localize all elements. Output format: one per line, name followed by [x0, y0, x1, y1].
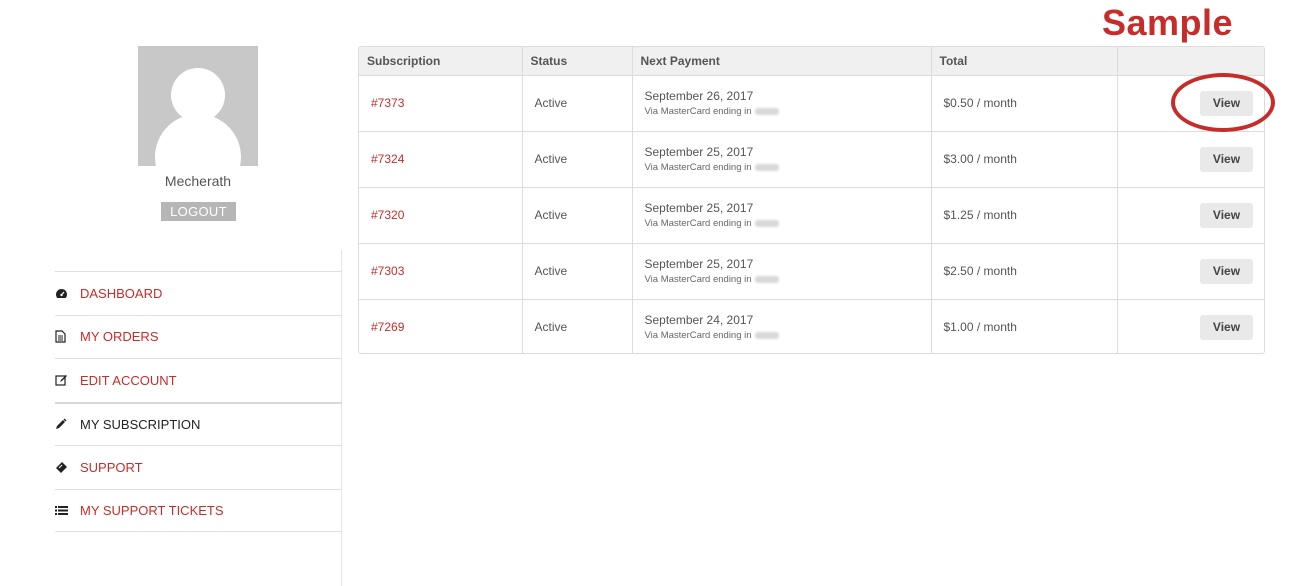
redacted-card-digits	[754, 107, 779, 115]
account-sidebar: Mecherath LOGOUT DASHBOARD MY ORDERS EDI…	[0, 0, 345, 586]
redacted-card-digits	[754, 275, 779, 283]
subscription-link[interactable]: #7373	[371, 96, 404, 110]
subscription-link[interactable]: #7269	[371, 320, 404, 334]
payment-date: September 24, 2017	[644, 313, 754, 328]
nav-item-my-orders[interactable]: MY ORDERS	[55, 314, 342, 359]
pencil-icon	[55, 418, 80, 430]
status-cell: Active	[522, 243, 633, 300]
nav-item-support[interactable]: SUPPORT	[55, 445, 342, 489]
status-cell: Active	[522, 187, 633, 244]
redacted-card-digits	[754, 163, 779, 171]
username: Mecherath	[164, 173, 232, 189]
column-header-status: Status	[522, 47, 633, 76]
payment-method-text: Via MasterCard ending in	[644, 106, 752, 117]
sample-watermark: Sample	[1102, 2, 1234, 43]
table-row: #7303 Active September 25, 2017 Via Mast…	[359, 243, 1264, 300]
view-button[interactable]: View	[1200, 90, 1253, 116]
table-row: #7269 Active September 24, 2017 Via Mast…	[359, 299, 1264, 353]
nav-label: MY SUPPORT TICKETS	[80, 502, 224, 518]
column-header-actions	[1117, 47, 1264, 76]
avatar	[138, 46, 258, 166]
nav-label: SUPPORT	[80, 459, 143, 475]
next-payment-cell: September 25, 2017 Via MasterCard ending…	[632, 187, 932, 244]
nav-item-dashboard[interactable]: DASHBOARD	[55, 271, 342, 315]
payment-method-text: Via MasterCard ending in	[644, 274, 752, 285]
subscription-cell: #7373	[359, 75, 523, 132]
document-icon	[55, 330, 80, 343]
nav-label: DASHBOARD	[80, 285, 163, 301]
payment-date: September 25, 2017	[644, 201, 754, 215]
dashboard-icon	[55, 288, 80, 299]
subscription-cell: #7303	[359, 243, 523, 300]
action-cell: View	[1117, 187, 1264, 244]
edit-icon	[55, 374, 80, 386]
payment-method: Via MasterCard ending in	[645, 106, 931, 117]
account-nav: DASHBOARD MY ORDERS EDIT ACCOUNT MY SUBS…	[55, 271, 342, 532]
view-button[interactable]: View	[1200, 202, 1253, 228]
table-row: #7373 Active September 26, 2017 Via Mast…	[359, 75, 1264, 132]
nav-item-my-support-tickets[interactable]: MY SUPPORT TICKETS	[55, 488, 342, 532]
redacted-card-digits	[754, 332, 779, 340]
subscription-link[interactable]: #7303	[371, 264, 404, 278]
status-cell: Active	[522, 131, 633, 188]
subscription-cell: #7324	[359, 131, 523, 188]
payment-date: September 25, 2017	[644, 257, 754, 271]
total-cell: $2.50 / month	[931, 243, 1118, 300]
payment-method: Via MasterCard ending in	[645, 330, 931, 341]
logout-button[interactable]: LOGOUT	[161, 202, 236, 221]
payment-date: September 26, 2017	[644, 89, 754, 103]
payment-method-text: Via MasterCard ending in	[644, 162, 752, 173]
view-button[interactable]: View	[1200, 314, 1253, 340]
nav-label: MY ORDERS	[80, 329, 159, 345]
column-header-next-payment: Next Payment	[632, 47, 932, 76]
subscription-link[interactable]: #7324	[371, 152, 404, 166]
payment-date: September 25, 2017	[644, 145, 754, 159]
nav-label: EDIT ACCOUNT	[80, 372, 177, 388]
view-button[interactable]: View	[1200, 258, 1253, 284]
subscription-cell: #7320	[359, 187, 523, 244]
nav-item-my-subscription[interactable]: MY SUBSCRIPTION	[55, 401, 342, 446]
action-cell: View	[1117, 75, 1264, 132]
subscription-link[interactable]: #7320	[371, 208, 404, 222]
total-cell: $1.00 / month	[931, 299, 1118, 353]
table-header-row: Subscription Status Next Payment Total	[359, 47, 1264, 76]
subscriptions-table: Subscription Status Next Payment Total #…	[358, 46, 1265, 354]
total-cell: $1.25 / month	[931, 187, 1118, 244]
column-header-subscription: Subscription	[359, 47, 523, 76]
action-cell: View	[1117, 131, 1264, 188]
list-icon	[55, 505, 80, 516]
next-payment-cell: September 26, 2017 Via MasterCard ending…	[632, 75, 932, 132]
payment-method: Via MasterCard ending in	[645, 162, 931, 173]
next-payment-cell: September 25, 2017 Via MasterCard ending…	[632, 131, 932, 188]
status-cell: Active	[522, 75, 633, 132]
total-cell: $3.00 / month	[931, 131, 1118, 188]
payment-method-text: Via MasterCard ending in	[644, 218, 752, 229]
payment-method-text: Via MasterCard ending in	[644, 330, 752, 342]
table-row: #7324 Active September 25, 2017 Via Mast…	[359, 131, 1264, 188]
nav-item-edit-account[interactable]: EDIT ACCOUNT	[55, 358, 342, 402]
table-row: #7320 Active September 25, 2017 Via Mast…	[359, 187, 1264, 244]
view-button[interactable]: View	[1200, 146, 1253, 172]
ticket-icon	[55, 461, 80, 474]
subscription-cell: #7269	[359, 299, 523, 353]
nav-label: MY SUBSCRIPTION	[80, 416, 201, 432]
column-header-total: Total	[931, 47, 1118, 76]
next-payment-cell: September 24, 2017 Via MasterCard ending…	[632, 299, 932, 353]
action-cell: View	[1117, 299, 1264, 353]
total-cell: $0.50 / month	[931, 75, 1118, 132]
status-cell: Active	[522, 299, 633, 353]
payment-method: Via MasterCard ending in	[645, 218, 931, 229]
next-payment-cell: September 25, 2017 Via MasterCard ending…	[632, 243, 932, 300]
action-cell: View	[1117, 243, 1264, 300]
redacted-card-digits	[754, 219, 779, 227]
payment-method: Via MasterCard ending in	[645, 274, 931, 285]
avatar-body-icon	[155, 114, 241, 166]
